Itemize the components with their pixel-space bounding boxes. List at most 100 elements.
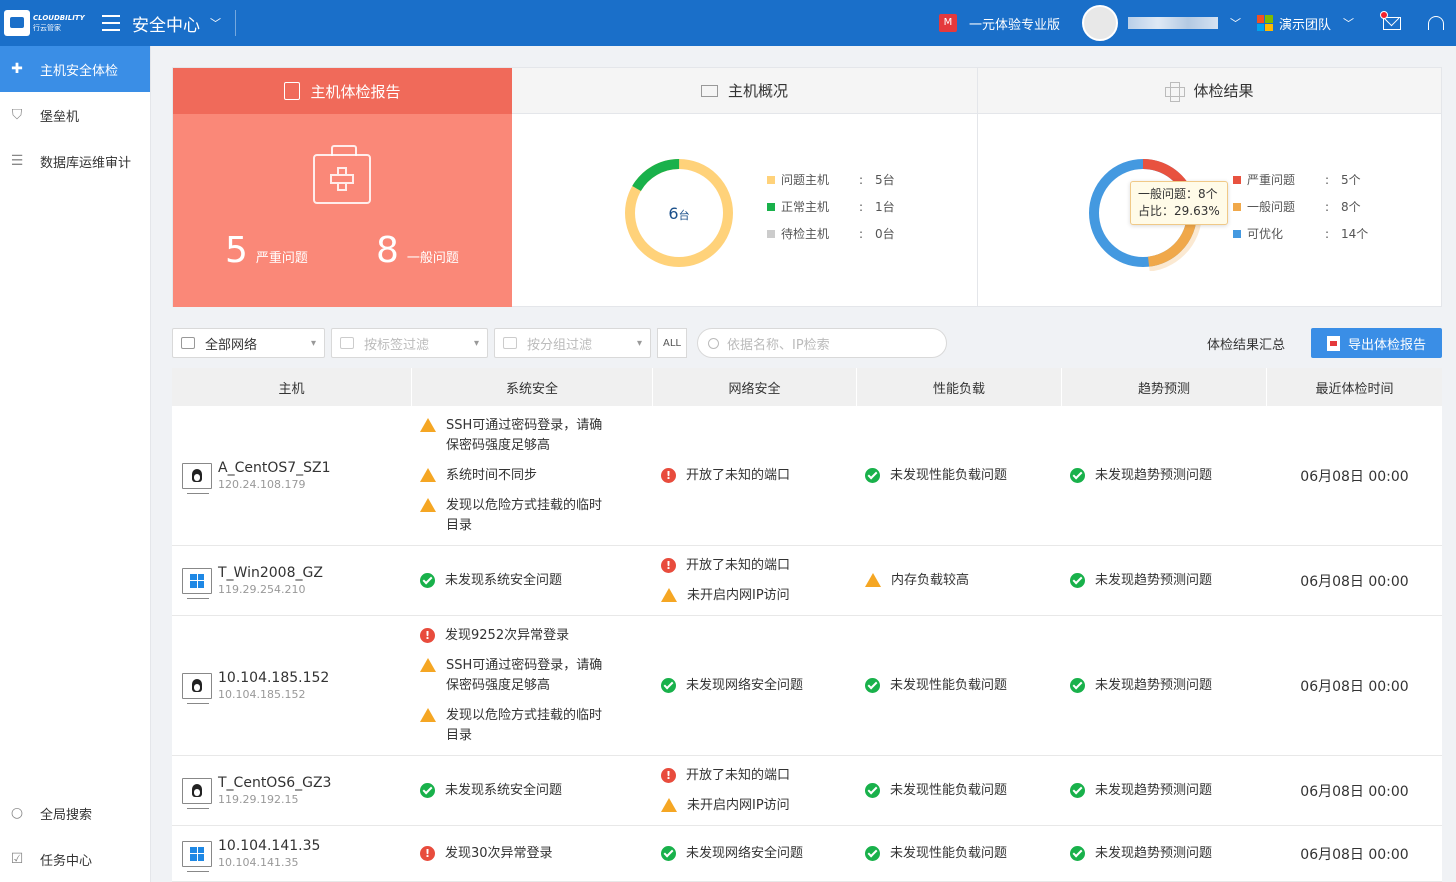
network-cell: 开放了未知的端口 (653, 406, 857, 545)
issue-text: 开放了未知的端口 (686, 557, 791, 573)
search-input[interactable]: 依据名称、IP检索 (697, 328, 947, 358)
column-header-trend[interactable]: 趋势预测 (1062, 368, 1267, 406)
chevron-down-icon: ▾ (310, 337, 316, 349)
username-blurred[interactable] (1127, 17, 1218, 29)
support-button[interactable] (1424, 11, 1448, 35)
host-name[interactable]: 10.104.141.35 (218, 838, 320, 854)
export-button-label: 导出体检报告 (1347, 337, 1426, 353)
filter-bar: 全部网络 ▾ 按标签过滤 ▾ 按分组过滤 ▾ ALL 依据名称、IP检索 体检结… (172, 328, 1442, 358)
host-ip: 10.104.185.152 (218, 688, 306, 701)
column-header-host[interactable]: 主机 (172, 368, 412, 406)
menu-icon[interactable] (102, 15, 120, 31)
legend-value: 8个 (1341, 200, 1361, 214)
host-cell[interactable]: T_Win2008_GZ 119.29.254.210 (172, 546, 412, 615)
chevron-down-icon: ▾ (473, 337, 479, 349)
host-cell[interactable]: 10.104.141.35 10.104.141.35 (172, 826, 412, 881)
results-summary-link[interactable]: 体检结果汇总 (1207, 334, 1285, 353)
issue-item: SSH可通过密码登录，请确保密码强度足够高 (420, 416, 613, 456)
table-row[interactable]: 10.104.141.35 10.104.141.35 发现30次异常登录 未发现网络… (172, 826, 1442, 882)
avatar[interactable] (1081, 5, 1118, 41)
issue-item: 未发现性能负载问题 (865, 844, 1054, 864)
system-cell: 未发现系统安全问题 (412, 756, 653, 825)
chart-tooltip: 一般问题：8个 占比：29.63% (1130, 181, 1228, 225)
export-report-button[interactable]: 导出体检报告 (1311, 328, 1442, 358)
serious-stat: 5 严重问题 (225, 230, 308, 271)
issue-item: 未发现性能负载问题 (865, 676, 1054, 696)
legend-item: 严重问题 : 5个 (1233, 166, 1368, 193)
general-count: 8 (376, 230, 399, 271)
host-name[interactable]: T_CentOS6_GZ3 (218, 775, 331, 791)
general-label: 一般问题 (406, 251, 459, 266)
result-panel-title: 体检结果 (1193, 82, 1254, 100)
tag-filter-placeholder: 按标签过滤 (364, 337, 430, 353)
sidebar-item-db-audit[interactable]: ☰ 数据库运维审计 (0, 138, 150, 184)
linux-icon (182, 777, 212, 809)
sidebar-item-task-center[interactable]: ☑ 任务中心 (0, 836, 150, 882)
host-cell[interactable]: 10.104.185.152 10.104.185.152 (172, 616, 412, 755)
column-header-perf[interactable]: 性能负载 (857, 368, 1062, 406)
issue-text: 未发现系统安全问题 (445, 572, 563, 588)
legend-name: 可优化 (1247, 227, 1284, 241)
check-time: 06月08日 00:00 (1300, 846, 1409, 863)
issue-text: 未发现网络安全问题 (686, 677, 804, 693)
sidebar-item-global-search[interactable]: ○ 全局搜索 (0, 790, 150, 836)
network-select-value: 全部网络 (205, 337, 258, 353)
table-row[interactable]: T_Win2008_GZ 119.29.254.210 未发现系统安全问题 开放了未知… (172, 546, 1442, 616)
check-circle-icon (1070, 467, 1085, 483)
host-name[interactable]: T_Win2008_GZ (218, 565, 323, 581)
legend-item: 待检主机 : 0台 (767, 220, 895, 247)
error-circle-icon (661, 467, 676, 483)
mail-button[interactable] (1380, 11, 1404, 35)
system-cell: 发现9252次异常登录 SSH可通过密码登录，请确保密码强度足够高发现以危险方式挂… (412, 616, 653, 755)
warning-icon (865, 572, 881, 587)
warning-icon (420, 497, 436, 512)
tag-filter-select[interactable]: 按标签过滤 ▾ (331, 328, 488, 358)
column-header-system[interactable]: 系统安全 (412, 368, 653, 406)
issue-item: 内存负载较高 (865, 571, 1054, 591)
host-name[interactable]: 10.104.185.152 (218, 670, 329, 686)
linux-icon (182, 672, 212, 704)
legend-swatch (767, 229, 775, 238)
host-cell[interactable]: A_CentOS7_SZ1 120.24.108.179 (172, 406, 412, 545)
network-select[interactable]: 全部网络 ▾ (172, 328, 325, 358)
issue-item: 开放了未知的端口 (661, 766, 849, 786)
all-button[interactable]: ALL (657, 328, 687, 358)
table-row[interactable]: A_CentOS7_SZ1 120.24.108.179 SSH可通过密码登录，请确… (172, 406, 1442, 546)
host-name[interactable]: A_CentOS7_SZ1 (218, 460, 331, 476)
sidebar-item-bastion[interactable]: ⛉ 堡垒机 (0, 92, 150, 138)
trial-link[interactable]: M 一元体验专业版 (938, 14, 1060, 33)
team-chevron-icon: ﹀ (1343, 17, 1354, 30)
column-header-network[interactable]: 网络安全 (653, 368, 857, 406)
linux-icon (182, 462, 212, 494)
host-cell[interactable]: T_CentOS6_GZ3 119.29.192.15 (172, 756, 412, 825)
app-switcher[interactable]: 安全中心 ﹀ (132, 11, 221, 36)
table-row[interactable]: 10.104.185.152 10.104.185.152 发现9252次异常登录 S… (172, 616, 1442, 756)
issue-text: 未发现趋势预测问题 (1095, 572, 1213, 588)
tooltip-line: 占比：29.63% (1138, 204, 1220, 218)
group-filter-select[interactable]: 按分组过滤 ▾ (494, 328, 651, 358)
issue-item: 未发现趋势预测问题 (1070, 676, 1259, 696)
brand-logo[interactable]: CLOUDBILITY 行云管家 (0, 0, 94, 46)
issue-text: 内存负载较高 (891, 572, 970, 588)
top-bar: CLOUDBILITY 行云管家 安全中心 ﹀ M 一元体验专业版 ﹀ 演示团队… (0, 0, 1456, 46)
issue-item: 未发现趋势预测问题 (1070, 781, 1259, 801)
sidebar-item-label: 堡垒机 (40, 109, 80, 125)
report-panel[interactable]: 主机体检报告 5 严重问题 8 一般问题 (173, 68, 512, 307)
issue-item: SSH可通过密码登录，请确保密码强度足够高 (420, 656, 613, 696)
chevron-down-icon: ▾ (636, 337, 642, 349)
tooltip-line: 一般问题：8个 (1138, 187, 1218, 201)
issue-item: 发现以危险方式挂载的临时目录 (420, 496, 613, 536)
issue-text: 未发现性能负载问题 (890, 677, 1008, 693)
team-label: 演示团队 (1278, 17, 1331, 33)
user-menu-chevron-icon[interactable]: ﹀ (1230, 15, 1241, 31)
column-header-time[interactable]: 最近体检时间 (1267, 368, 1442, 406)
overview-legend: 问题主机 : 5台 正常主机 : 1台 待检主机 : 0台 (767, 166, 895, 247)
table-row[interactable]: T_CentOS6_GZ3 119.29.192.15 未发现系统安全问题 开放了未知… (172, 756, 1442, 826)
system-cell: 发现30次异常登录 (412, 826, 653, 881)
error-circle-icon (661, 557, 676, 573)
sidebar-item-host-check[interactable]: ✚ 主机安全体检 (0, 46, 150, 92)
legend-value: 0台 (875, 227, 895, 241)
team-switcher[interactable]: 演示团队 ﹀ (1256, 14, 1354, 33)
issue-item: 未开启内网IP访问 (661, 586, 849, 606)
check-time-cell: 06月08日 00:00 (1267, 616, 1442, 755)
